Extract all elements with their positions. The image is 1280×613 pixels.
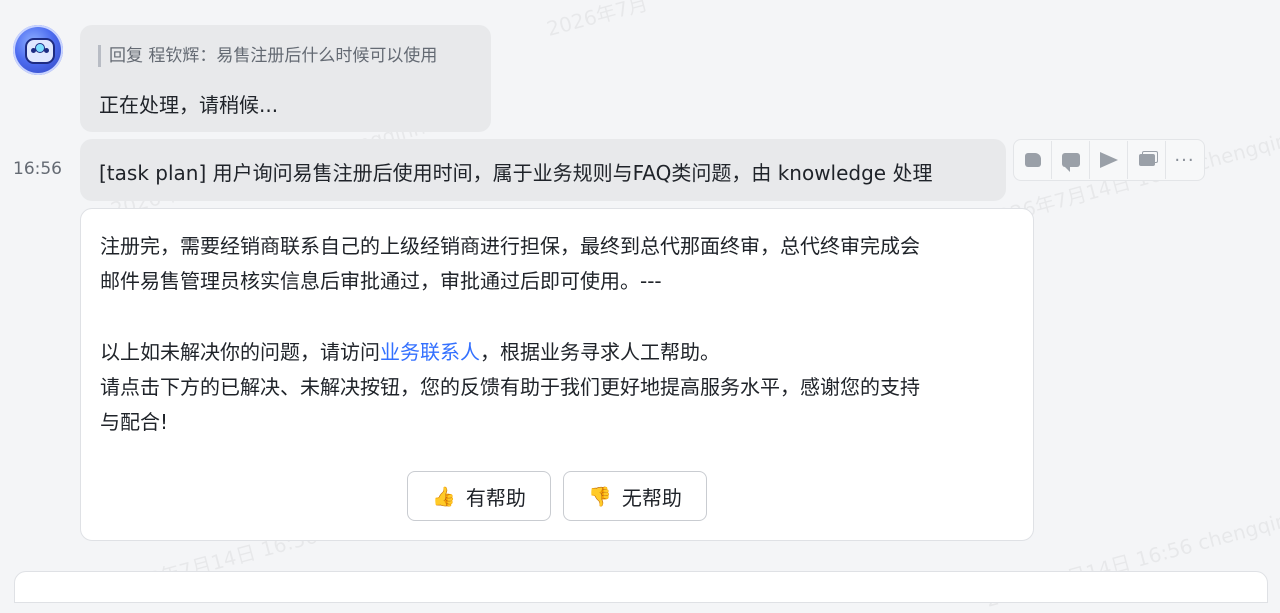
copy-icon[interactable] xyxy=(1128,141,1166,179)
thumbs-up-icon: 👍 xyxy=(432,485,456,508)
contact-line: 以上如未解决你的问题，请访问业务联系人，根据业务寻求人工帮助。 xyxy=(100,335,720,370)
feedback-prompt-line: 请点击下方的已解决、未解决按钮，您的反馈有助于我们更好地提高服务水平，感谢您的支… xyxy=(100,375,920,399)
unhelpful-button[interactable]: 👎 无帮助 xyxy=(563,471,707,521)
helpful-label: 有帮助 xyxy=(465,485,526,510)
bot-avatar[interactable] xyxy=(13,25,63,75)
answer-card: 注册完，需要经销商联系自己的上级经销商进行担保，最终到总代那面终审，总代终审完成… xyxy=(80,208,1034,541)
contact-prefix: 以上如未解决你的问题，请访问 xyxy=(100,340,380,364)
contact-suffix: ，根据业务寻求人工帮助。 xyxy=(480,340,720,364)
answer-paragraph-line: 注册完，需要经销商联系自己的上级经销商进行担保，最终到总代那面终审，总代终审完成… xyxy=(100,234,920,258)
watermark: 2026年7月 xyxy=(544,0,651,41)
answer-paragraph-line: 邮件易售管理员核实信息后审批通过，审批通过后即可使用。--- xyxy=(100,269,662,293)
comment-icon[interactable] xyxy=(1052,141,1090,179)
robot-icon xyxy=(25,38,55,64)
feedback-prompt-line: 与配合! xyxy=(100,410,169,434)
message-timestamp: 16:56 xyxy=(13,159,62,179)
message-action-toolbar: ··· xyxy=(1013,139,1205,181)
task-plan-bubble: [task plan] 用户询问易售注册后使用时间，属于业务规则与FAQ类问题，… xyxy=(80,139,1006,201)
thumbs-up-icon[interactable] xyxy=(1014,141,1052,179)
thumbs-down-icon: 👎 xyxy=(588,485,612,508)
unhelpful-label: 无帮助 xyxy=(621,485,682,510)
processing-text: 正在处理，请稍候... xyxy=(99,93,279,117)
more-icon[interactable]: ··· xyxy=(1166,141,1203,179)
reply-quote[interactable]: 回复 程钦辉：易售注册后什么时候可以使用 xyxy=(98,45,437,67)
message-input-box[interactable] xyxy=(14,571,1268,603)
task-plan-text: [task plan] 用户询问易售注册后使用时间，属于业务规则与FAQ类问题，… xyxy=(99,161,933,185)
reply-message-bubble: 回复 程钦辉：易售注册后什么时候可以使用 正在处理，请稍候... xyxy=(80,25,491,132)
business-contact-link[interactable]: 业务联系人 xyxy=(380,340,480,364)
helpful-button[interactable]: 👍 有帮助 xyxy=(407,471,551,521)
forward-icon[interactable] xyxy=(1090,141,1128,179)
